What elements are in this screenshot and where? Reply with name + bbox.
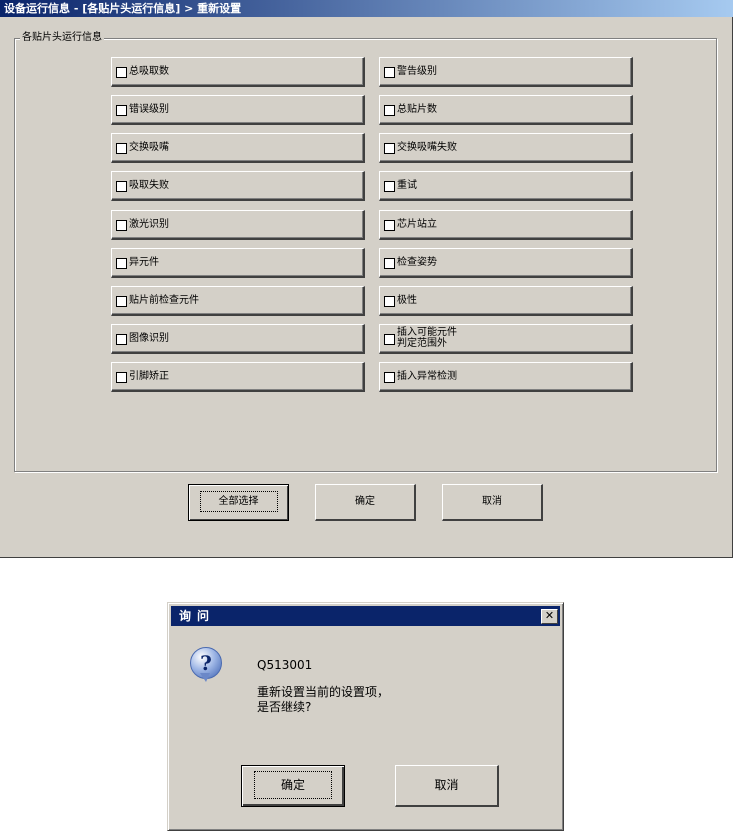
dialog-message-code: Q513001 <box>257 658 313 672</box>
option-label: 检查姿势 <box>397 257 437 268</box>
checkbox[interactable] <box>116 296 127 307</box>
close-icon[interactable]: ✕ <box>541 609 558 624</box>
checkbox[interactable] <box>116 220 127 231</box>
settings-window: 设备运行信息 - [各贴片头运行信息] > 重新设置 各贴片头运行信息 总吸取数… <box>0 0 733 558</box>
group-label: 各贴片头运行信息 <box>20 31 104 45</box>
option-pre-place-check[interactable]: 贴片前检查元件 <box>111 286 365 316</box>
option-label: 交换吸嘴 <box>129 142 169 153</box>
option-label: 引脚矫正 <box>129 371 169 382</box>
option-label: 插入可能元件 判定范围外 <box>397 327 457 349</box>
checkbox[interactable] <box>384 143 395 154</box>
option-label: 重试 <box>397 180 417 191</box>
checkbox[interactable] <box>116 67 127 78</box>
checkbox[interactable] <box>384 334 395 345</box>
checkbox[interactable] <box>116 334 127 345</box>
option-posture-check[interactable]: 检查姿势 <box>379 248 633 278</box>
option-label: 错误级别 <box>129 104 169 115</box>
option-laser-recognition[interactable]: 激光识别 <box>111 210 365 240</box>
dialog-message: 重新设置当前的设置项， 是否继续? <box>257 685 390 714</box>
option-label: 贴片前检查元件 <box>129 295 199 306</box>
checkbox[interactable] <box>384 181 395 192</box>
dialog-title: 询问 <box>171 606 560 626</box>
option-retry[interactable]: 重试 <box>379 171 633 201</box>
dialog-ok-label: 确定 <box>253 771 333 799</box>
checkbox[interactable] <box>384 296 395 307</box>
option-nozzle-change[interactable]: 交换吸嘴 <box>111 133 365 163</box>
option-label: 异元件 <box>129 257 159 268</box>
checkbox[interactable] <box>384 372 395 383</box>
select-all-button[interactable]: 全部选择 <box>188 484 289 521</box>
option-warning-level[interactable]: 警告级别 <box>379 57 633 87</box>
option-label: 插入异常检测 <box>397 371 457 382</box>
option-lead-correction[interactable]: 引脚矫正 <box>111 362 365 392</box>
option-total-pickups[interactable]: 总吸取数 <box>111 57 365 87</box>
option-image-recognition[interactable]: 图像识别 <box>111 324 365 354</box>
option-label: 吸取失败 <box>129 180 169 191</box>
cancel-button[interactable]: 取消 <box>442 484 543 521</box>
ok-button[interactable]: 确定 <box>315 484 416 521</box>
dialog-ok-button[interactable]: 确定 <box>241 765 345 807</box>
option-label: 图像识别 <box>129 333 169 344</box>
checkbox[interactable] <box>116 258 127 269</box>
checkbox[interactable] <box>384 105 395 116</box>
option-label: 芯片站立 <box>397 219 437 230</box>
confirm-dialog: 询问 ✕ ? Q513001 重新设置当前的设置项， 是否继续? 确定 取消 <box>167 602 564 831</box>
checkbox[interactable] <box>116 181 127 192</box>
checkbox[interactable] <box>384 220 395 231</box>
option-label: 交换吸嘴失败 <box>397 142 457 153</box>
option-pickup-failure[interactable]: 吸取失败 <box>111 171 365 201</box>
option-wrong-component[interactable]: 异元件 <box>111 248 365 278</box>
option-label: 警告级别 <box>397 66 437 77</box>
checkbox[interactable] <box>384 67 395 78</box>
checkbox[interactable] <box>116 143 127 154</box>
dialog-cancel-button[interactable]: 取消 <box>395 765 499 807</box>
option-insertable-out-of-range[interactable]: 插入可能元件 判定范围外 <box>379 324 633 354</box>
window-title: 设备运行信息 - [各贴片头运行信息] > 重新设置 <box>0 0 733 17</box>
option-total-placements[interactable]: 总贴片数 <box>379 95 633 125</box>
option-nozzle-change-failure[interactable]: 交换吸嘴失败 <box>379 133 633 163</box>
checkbox[interactable] <box>116 105 127 116</box>
option-chip-standing[interactable]: 芯片站立 <box>379 210 633 240</box>
checkbox[interactable] <box>116 372 127 383</box>
option-label: 总吸取数 <box>129 66 169 77</box>
option-label: 激光识别 <box>129 219 169 230</box>
option-insertion-error-detect[interactable]: 插入异常检测 <box>379 362 633 392</box>
option-label: 极性 <box>397 295 417 306</box>
select-all-label: 全部选择 <box>199 491 278 512</box>
option-polarity[interactable]: 极性 <box>379 286 633 316</box>
option-label: 总贴片数 <box>397 104 437 115</box>
option-error-level[interactable]: 错误级别 <box>111 95 365 125</box>
checkbox[interactable] <box>384 258 395 269</box>
question-icon-tail <box>200 673 210 682</box>
